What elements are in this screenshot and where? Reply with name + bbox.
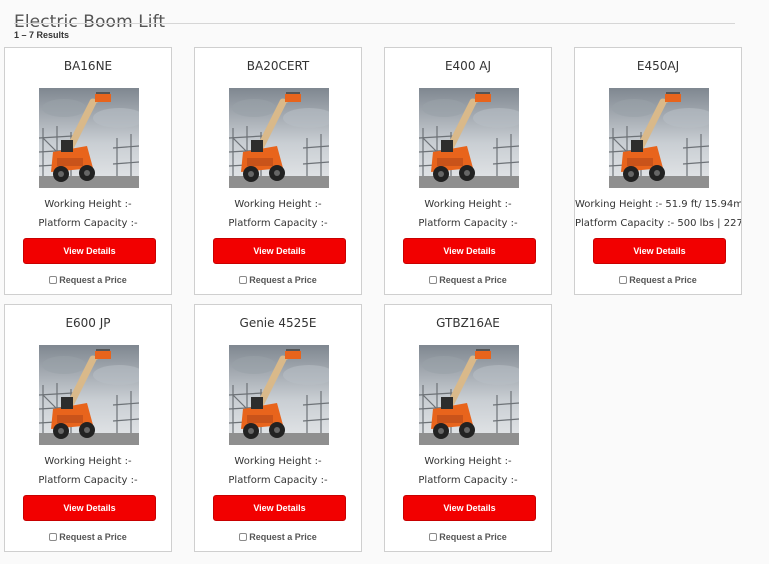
request-price[interactable]: Request a Price [575, 275, 741, 285]
boom-lift-image[interactable] [229, 88, 329, 188]
working-height: Working Height :- [44, 456, 132, 467]
request-price-label: Request a Price [249, 532, 317, 542]
boom-lift-image[interactable] [419, 88, 519, 188]
product-name[interactable]: BA20CERT [195, 59, 361, 73]
request-price[interactable]: Request a Price [5, 275, 171, 285]
request-price-label: Request a Price [59, 532, 127, 542]
checkbox-icon[interactable] [429, 533, 438, 541]
product-card: E400 AJ Working Height:- Platform Capac… [384, 47, 552, 295]
request-price[interactable]: Request a Price [385, 532, 551, 542]
boom-lift-image[interactable] [609, 88, 709, 188]
checkbox-icon[interactable] [619, 276, 628, 284]
request-price[interactable]: Request a Price [195, 532, 361, 542]
platform-capacity: Platform Capacity :- 500 lbs | 227 k [575, 218, 741, 229]
checkbox-icon[interactable] [239, 533, 248, 541]
checkbox-icon[interactable] [239, 276, 248, 284]
product-name[interactable]: E450AJ [575, 59, 741, 73]
request-price-label: Request a Price [629, 275, 697, 285]
request-price[interactable]: Request a Price [5, 532, 171, 542]
product-name[interactable]: E600 JP [5, 316, 171, 330]
view-details-button[interactable]: View Details [403, 238, 536, 264]
working-height: Working Height :- [424, 456, 512, 467]
platform-capacity: Platform Capacity :- [418, 218, 518, 229]
product-card: BA16NE Working Height:- Platform Capaci… [4, 47, 172, 295]
checkbox-icon[interactable] [429, 276, 438, 284]
view-details-button[interactable]: View Details [213, 495, 346, 521]
working-height: Working Height :- [424, 199, 512, 210]
product-name[interactable]: BA16NE [5, 59, 171, 73]
working-height: Working Height :- 51.9 ft/ 15.94m [575, 199, 741, 210]
product-card: GTBZ16AE Working Height:- Platform Capa… [384, 304, 552, 552]
working-height: Working Height :- [44, 199, 132, 210]
view-details-button[interactable]: View Details [23, 238, 156, 264]
platform-capacity: Platform Capacity :- [38, 218, 138, 229]
boom-lift-image[interactable] [229, 345, 329, 445]
product-name[interactable]: E400 AJ [385, 59, 551, 73]
request-price[interactable]: Request a Price [195, 275, 361, 285]
view-details-button[interactable]: View Details [23, 495, 156, 521]
view-details-button[interactable]: View Details [213, 238, 346, 264]
request-price[interactable]: Request a Price [385, 275, 551, 285]
view-details-button[interactable]: View Details [593, 238, 726, 264]
platform-capacity: Platform Capacity :- [228, 218, 328, 229]
request-price-label: Request a Price [439, 275, 507, 285]
working-height: Working Height :- [234, 199, 322, 210]
request-price-label: Request a Price [439, 532, 507, 542]
product-card: Genie 4525E Working Height:- Platform C… [194, 304, 362, 552]
request-price-label: Request a Price [59, 275, 127, 285]
product-card: E450AJ Working Height:- 51.9 ft/ 15.94m… [574, 47, 742, 295]
checkbox-icon[interactable] [49, 533, 58, 541]
results-count: 1 – 7 Results [14, 30, 70, 40]
checkbox-icon[interactable] [49, 276, 58, 284]
platform-capacity: Platform Capacity :- [38, 475, 138, 486]
request-price-label: Request a Price [249, 275, 317, 285]
boom-lift-image[interactable] [419, 345, 519, 445]
boom-lift-image[interactable] [39, 88, 139, 188]
product-card: BA20CERT Working Height:- Platform Capa… [194, 47, 362, 295]
product-name[interactable]: GTBZ16AE [385, 316, 551, 330]
boom-lift-image[interactable] [39, 345, 139, 445]
product-name[interactable]: Genie 4525E [195, 316, 361, 330]
product-card: E600 JP Working Height:- Platform Capac… [4, 304, 172, 552]
view-details-button[interactable]: View Details [403, 495, 536, 521]
working-height: Working Height :- [234, 456, 322, 467]
platform-capacity: Platform Capacity :- [418, 475, 518, 486]
platform-capacity: Platform Capacity :- [228, 475, 328, 486]
title-divider [14, 23, 735, 24]
